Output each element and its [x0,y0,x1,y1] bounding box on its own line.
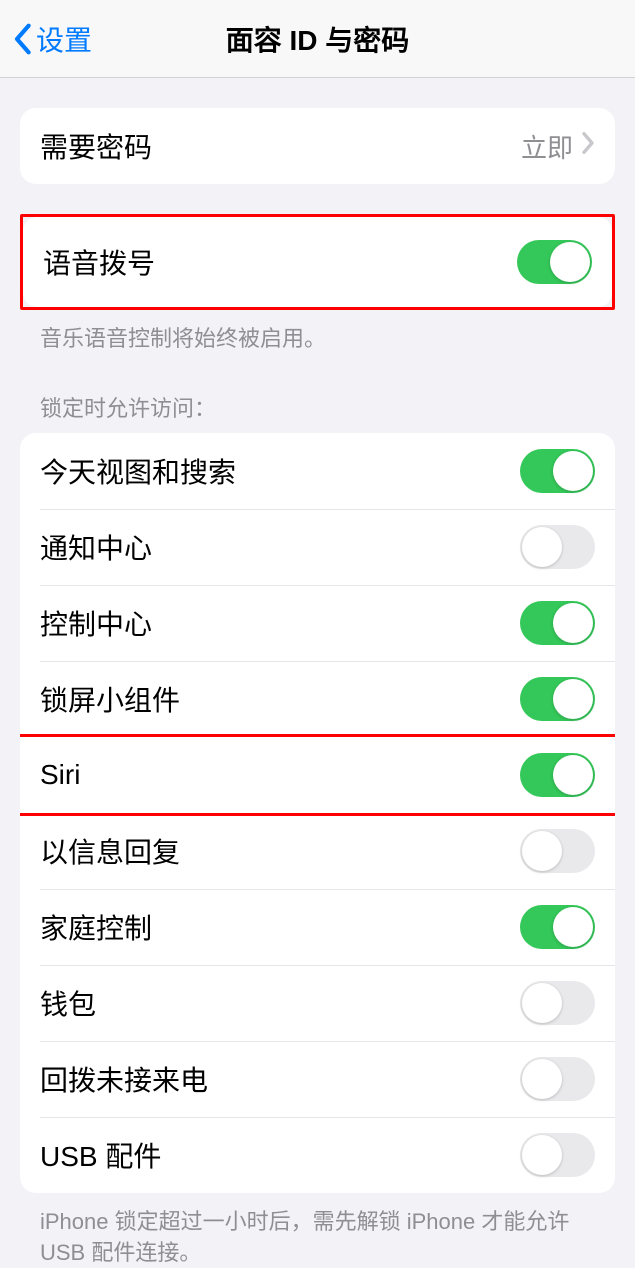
lock-access-label: 钱包 [40,983,520,1023]
lock-access-label: 控制中心 [40,603,520,643]
lock-access-row[interactable]: 控制中心 [20,585,615,661]
lock-access-label: 以信息回复 [40,831,520,871]
lock-access-toggle[interactable] [520,753,595,797]
lock-access-row[interactable]: 钱包 [20,965,615,1041]
lock-access-label: USB 配件 [40,1135,520,1175]
voice-dial-highlight: 语音拨号 [20,214,615,310]
require-passcode-value: 立即 [521,128,573,165]
lock-access-group: 今天视图和搜索通知中心控制中心锁屏小组件 Siri 以信息回复家庭控制钱包回拨未接来… [20,433,615,1193]
lock-access-toggle[interactable] [520,601,595,645]
lock-access-row[interactable]: 今天视图和搜索 [20,433,615,509]
lock-access-toggle[interactable] [520,1133,595,1177]
lock-access-label: 今天视图和搜索 [40,451,520,491]
voice-dial-footer: 音乐语音控制将始终被启用。 [20,310,615,355]
voice-dial-label: 语音拨号 [43,242,517,282]
lock-access-toggle[interactable] [520,525,595,569]
lock-access-label: 回拨未接来电 [40,1059,520,1099]
siri-highlight: Siri [20,734,615,816]
voice-dial-toggle[interactable] [517,240,592,284]
content: 需要密码 立即 语音拨号 音乐语音控制将始终被启用。 锁定时允许访问： 今天视图… [0,108,635,1268]
lock-access-toggle[interactable] [520,1057,595,1101]
require-passcode-label: 需要密码 [40,126,521,166]
lock-access-row[interactable]: USB 配件 [20,1117,615,1193]
lock-access-row[interactable]: 回拨未接来电 [20,1041,615,1117]
voice-dial-row[interactable]: 语音拨号 [23,217,612,307]
back-button[interactable]: 设置 [0,19,92,59]
back-label: 设置 [36,19,92,59]
page-title: 面容 ID 与密码 [0,19,635,59]
chevron-right-icon [581,129,595,163]
lock-access-label: 家庭控制 [40,907,520,947]
voice-dial-group: 语音拨号 [20,214,615,310]
lock-access-row[interactable]: 以信息回复 [20,813,615,889]
lock-access-toggle[interactable] [520,829,595,873]
lock-access-row[interactable]: 锁屏小组件 [20,661,615,737]
require-passcode-group: 需要密码 立即 [20,108,615,184]
lock-access-label: 通知中心 [40,527,520,567]
require-passcode-row[interactable]: 需要密码 立即 [20,108,615,184]
lock-access-toggle[interactable] [520,981,595,1025]
lock-access-row[interactable]: 家庭控制 [20,889,615,965]
lock-access-toggle[interactable] [520,677,595,721]
lock-access-header: 锁定时允许访问： [20,355,615,433]
lock-access-label: Siri [40,759,520,791]
lock-access-label: 锁屏小组件 [40,679,520,719]
lock-access-footer: iPhone 锁定超过一小时后，需先解锁 iPhone 才能允许USB 配件连接… [20,1193,615,1268]
header: 设置 面容 ID 与密码 [0,0,635,78]
lock-access-row[interactable]: 通知中心 [20,509,615,585]
lock-access-toggle[interactable] [520,449,595,493]
lock-access-row[interactable]: Siri [20,737,615,813]
chevron-left-icon [12,22,32,56]
lock-access-toggle[interactable] [520,905,595,949]
